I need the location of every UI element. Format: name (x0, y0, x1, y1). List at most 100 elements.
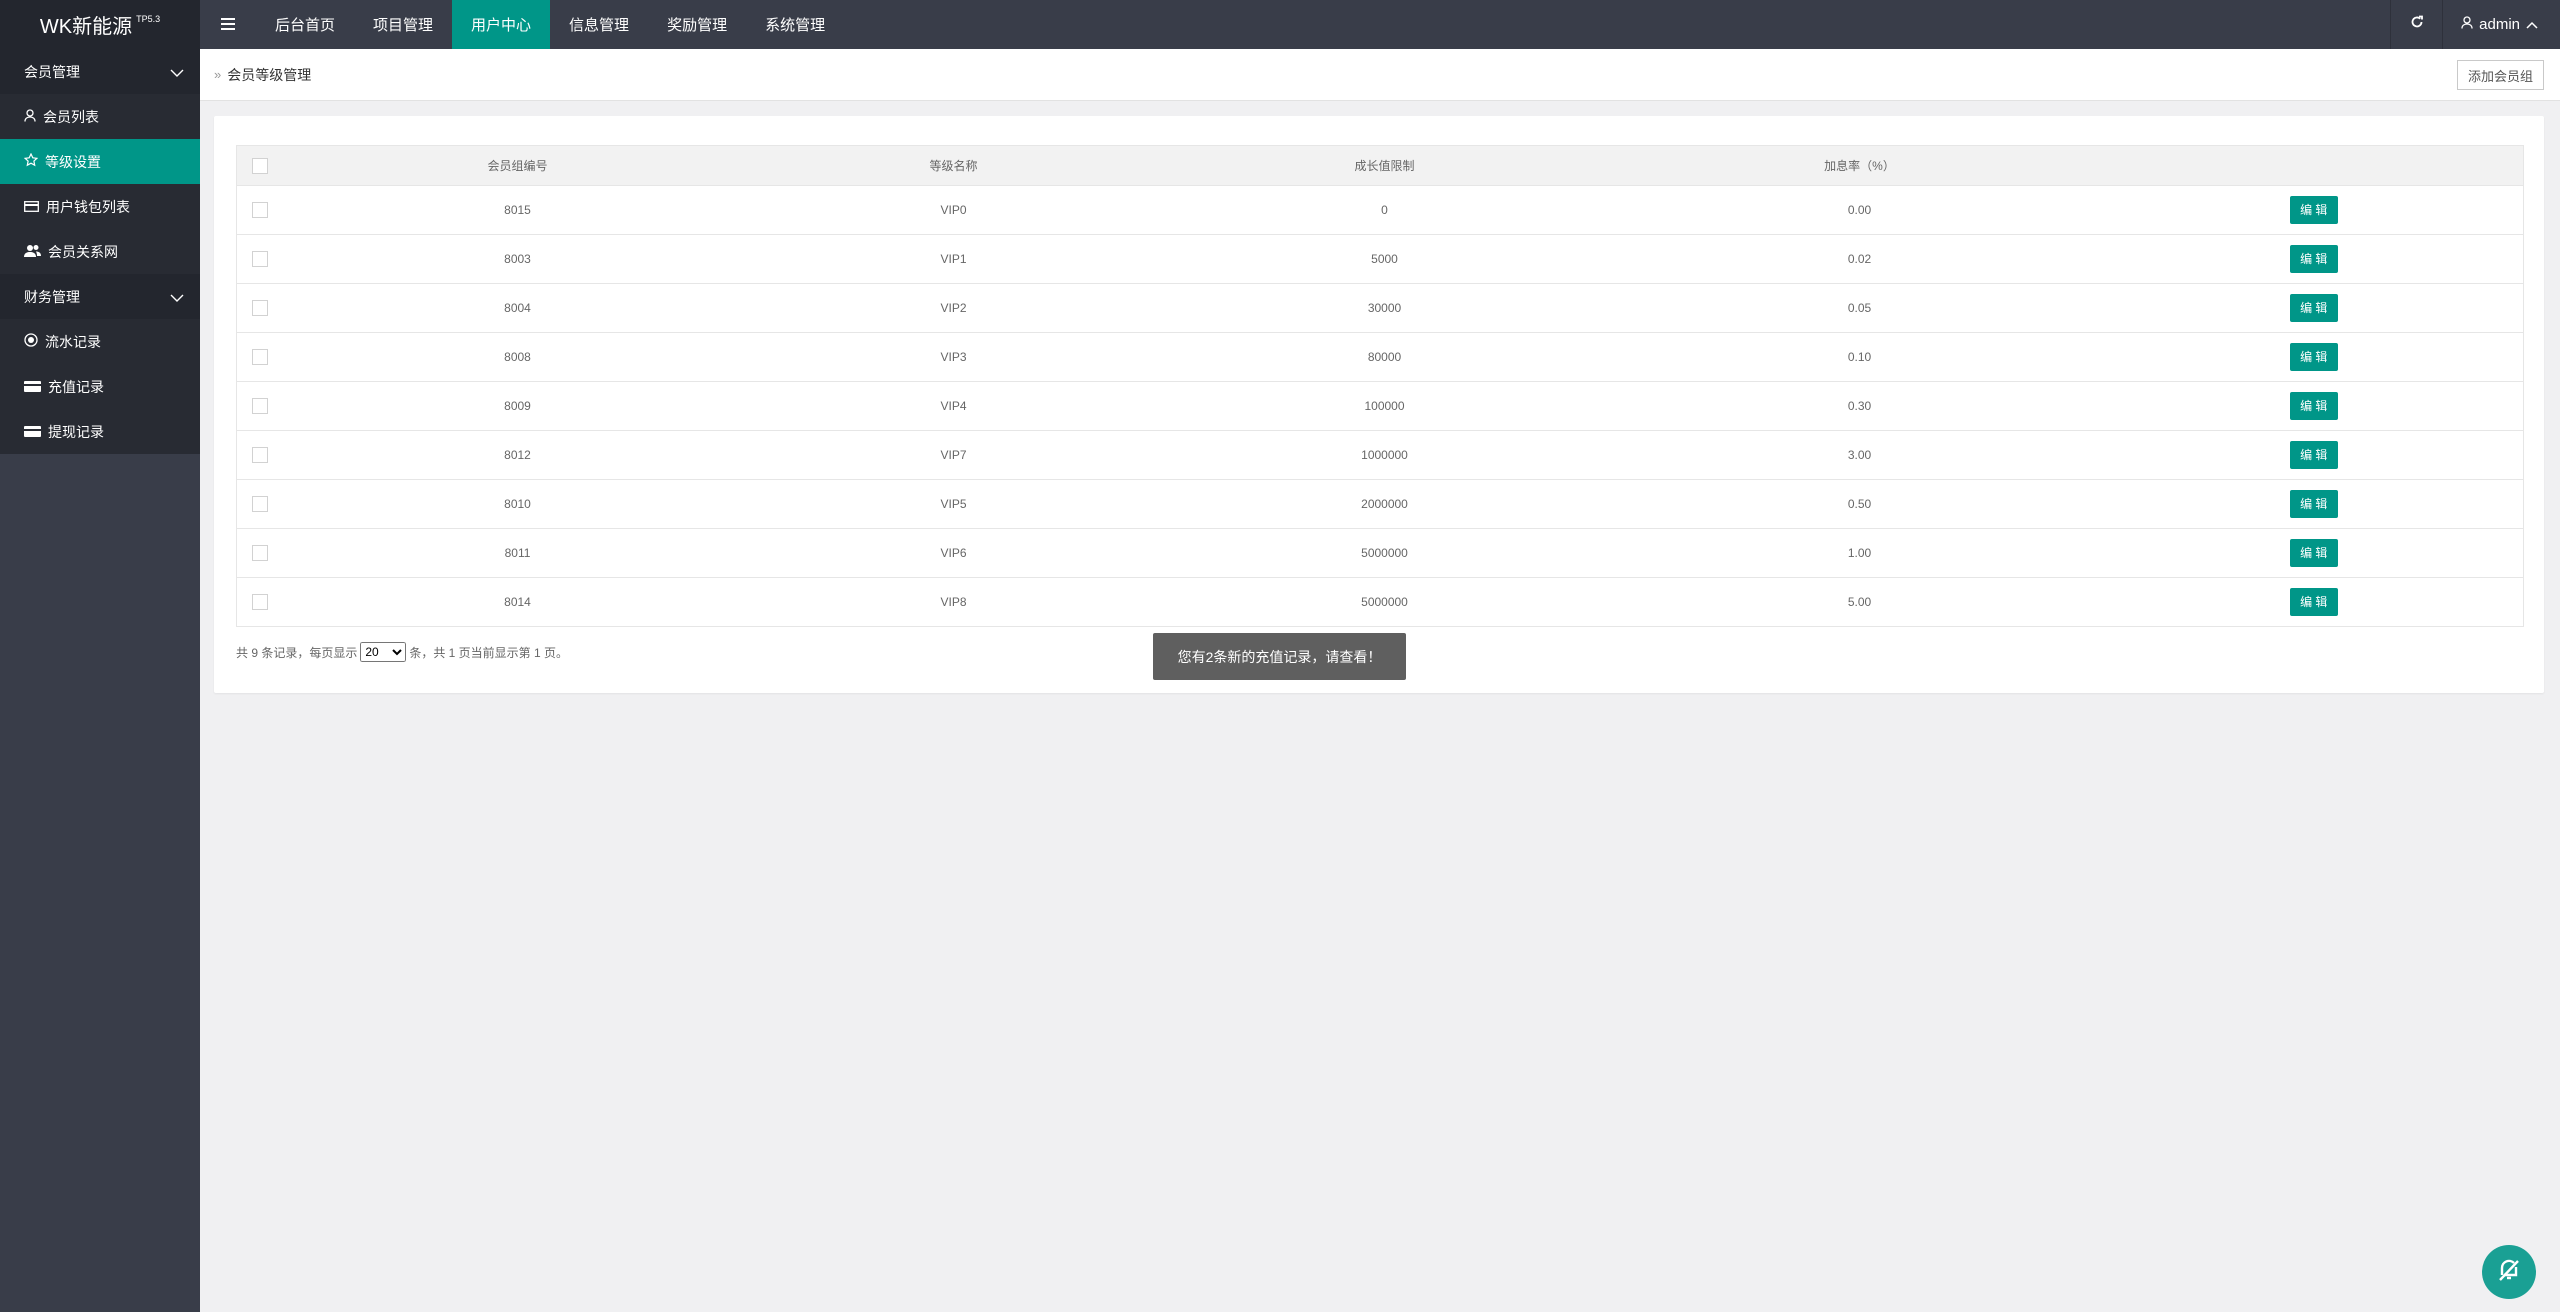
card-icon (24, 379, 41, 395)
edit-button[interactable]: 编 辑 (2289, 245, 2338, 273)
interest-rate-cell: 0.10 (1847, 350, 1872, 364)
sidebar-item-label: 用户钱包列表 (46, 198, 130, 215)
bell-off-icon (2496, 1257, 2522, 1288)
level-name-cell: VIP8 (940, 595, 967, 609)
nav-item-rewards[interactable]: 奖励管理 (648, 0, 746, 49)
user-name: admin (2479, 16, 2520, 33)
edit-button[interactable]: 编 辑 (2289, 196, 2338, 224)
sidebar-item-member-list[interactable]: 会员列表 (0, 94, 200, 139)
column-header: 加息率（%） (1824, 159, 1895, 173)
nav-item-info[interactable]: 信息管理 (550, 0, 648, 49)
row-checkbox[interactable] (251, 545, 268, 561)
edit-button[interactable]: 编 辑 (2289, 392, 2338, 420)
select-all-checkbox[interactable] (251, 157, 268, 174)
growth-limit-cell: 0 (1381, 203, 1388, 217)
sidebar-item-recharge-records[interactable]: 充值记录 (0, 364, 200, 409)
notification-toast: 您有2条新的充值记录，请查看！ (1153, 633, 1406, 680)
edit-button[interactable]: 编 辑 (2289, 343, 2338, 371)
table-row: 8015 VIP0 0 0.00 编 辑 (236, 185, 2524, 235)
floating-notification-button[interactable] (2482, 1245, 2536, 1299)
breadcrumb: » 会员等级管理 添加会员组 (200, 49, 2560, 101)
brand-name: WK新能源 (39, 16, 133, 38)
card-icon (24, 424, 41, 440)
group-id-cell: 8008 (504, 350, 531, 364)
sidebar-item-level-settings[interactable]: 等级设置 (0, 139, 200, 184)
chevron-down-icon (170, 289, 184, 305)
sidebar-group-finance[interactable]: 财务管理 (0, 274, 200, 319)
edit-button[interactable]: 编 辑 (2289, 588, 2338, 616)
interest-rate-cell: 0.02 (1847, 252, 1872, 266)
chevron-down-icon (170, 64, 184, 80)
table-row: 8011 VIP6 5000000 1.00 编 辑 (236, 528, 2524, 578)
level-name-cell: VIP1 (940, 252, 967, 266)
level-name-cell: VIP4 (940, 399, 967, 413)
breadcrumb-separator: » (214, 67, 222, 82)
row-checkbox[interactable] (251, 594, 268, 610)
edit-button[interactable]: 编 辑 (2289, 490, 2338, 518)
top-nav: 后台首页 项目管理 用户中心 信息管理 奖励管理 系统管理 (256, 0, 844, 49)
column-header: 等级名称 (929, 159, 978, 173)
sidebar-item-flow-records[interactable]: 流水记录 (0, 319, 200, 364)
growth-limit-cell: 5000 (1371, 252, 1398, 266)
table-header-row: 会员组编号 等级名称 成长值限制 加息率（%） (236, 145, 2524, 186)
table-row: 8010 VIP5 2000000 0.50 编 辑 (236, 479, 2524, 529)
row-checkbox[interactable] (251, 251, 268, 267)
group-id-cell: 8009 (504, 399, 531, 413)
group-id-cell: 8014 (504, 595, 531, 609)
edit-button[interactable]: 编 辑 (2289, 294, 2338, 322)
sidebar-item-label: 等级设置 (45, 153, 101, 170)
row-checkbox[interactable] (251, 496, 268, 512)
refresh-button[interactable] (2390, 0, 2442, 49)
row-checkbox[interactable] (251, 300, 268, 316)
menu-toggle-button[interactable] (200, 0, 256, 49)
add-member-group-button[interactable]: 添加会员组 (2456, 60, 2544, 90)
group-id-cell: 8004 (504, 301, 531, 315)
card-icon (24, 199, 39, 215)
interest-rate-cell: 3.00 (1847, 448, 1872, 462)
level-name-cell: VIP2 (940, 301, 967, 315)
row-checkbox[interactable] (251, 349, 268, 365)
table-row: 8003 VIP1 5000 0.02 编 辑 (236, 234, 2524, 284)
refresh-icon (2410, 15, 2424, 34)
group-id-cell: 8015 (504, 203, 531, 217)
row-checkbox[interactable] (251, 447, 268, 463)
column-header: 会员组编号 (487, 159, 548, 173)
edit-button[interactable]: 编 辑 (2289, 539, 2338, 567)
sidebar-item-label: 会员列表 (43, 108, 99, 125)
table-row: 8004 VIP2 30000 0.05 编 辑 (236, 283, 2524, 333)
sidebar-item-label: 流水记录 (45, 333, 101, 350)
brand-logo[interactable]: WK新能源 TP5.3 (0, 0, 200, 49)
nav-item-home[interactable]: 后台首页 (256, 0, 354, 49)
page-size-select[interactable]: 20 (360, 642, 407, 662)
growth-limit-cell: 1000000 (1361, 448, 1408, 462)
level-name-cell: VIP3 (940, 350, 967, 364)
sidebar-item-member-network[interactable]: 会员关系网 (0, 229, 200, 274)
content-panel: 会员组编号 等级名称 成长值限制 加息率（%） 8015 VIP0 0 0.00 编 辑… (214, 116, 2544, 693)
brand-version: TP5.3 (136, 13, 161, 24)
row-checkbox[interactable] (251, 202, 268, 218)
nav-item-system[interactable]: 系统管理 (746, 0, 844, 49)
user-menu[interactable]: admin (2442, 0, 2560, 49)
users-icon (24, 244, 41, 260)
pager-suffix: 条，共 1 页当前显示第 1 页。 (409, 645, 569, 660)
sidebar-item-wallet-list[interactable]: 用户钱包列表 (0, 184, 200, 229)
sidebar-group-members[interactable]: 会员管理 (0, 49, 200, 94)
level-name-cell: VIP0 (940, 203, 967, 217)
nav-item-projects[interactable]: 项目管理 (354, 0, 452, 49)
edit-button[interactable]: 编 辑 (2289, 441, 2338, 469)
user-icon (24, 108, 36, 125)
sidebar-item-label: 提现记录 (48, 423, 104, 440)
circle-icon (24, 333, 38, 350)
pager-prefix: 共 9 条记录，每页显示 (236, 645, 358, 660)
star-icon (23, 152, 39, 170)
chevron-up-icon (2526, 16, 2538, 33)
sidebar-group-label: 会员管理 (24, 63, 80, 80)
nav-item-user-center[interactable]: 用户中心 (452, 0, 551, 49)
growth-limit-cell: 5000000 (1361, 595, 1408, 609)
interest-rate-cell: 5.00 (1847, 595, 1872, 609)
row-checkbox[interactable] (251, 398, 268, 414)
sidebar-item-withdraw-records[interactable]: 提现记录 (0, 409, 200, 454)
pagination-info: 共 9 条记录，每页显示 20 条，共 1 页当前显示第 1 页。 (236, 642, 568, 662)
level-name-cell: VIP6 (940, 546, 967, 560)
interest-rate-cell: 1.00 (1847, 546, 1872, 560)
